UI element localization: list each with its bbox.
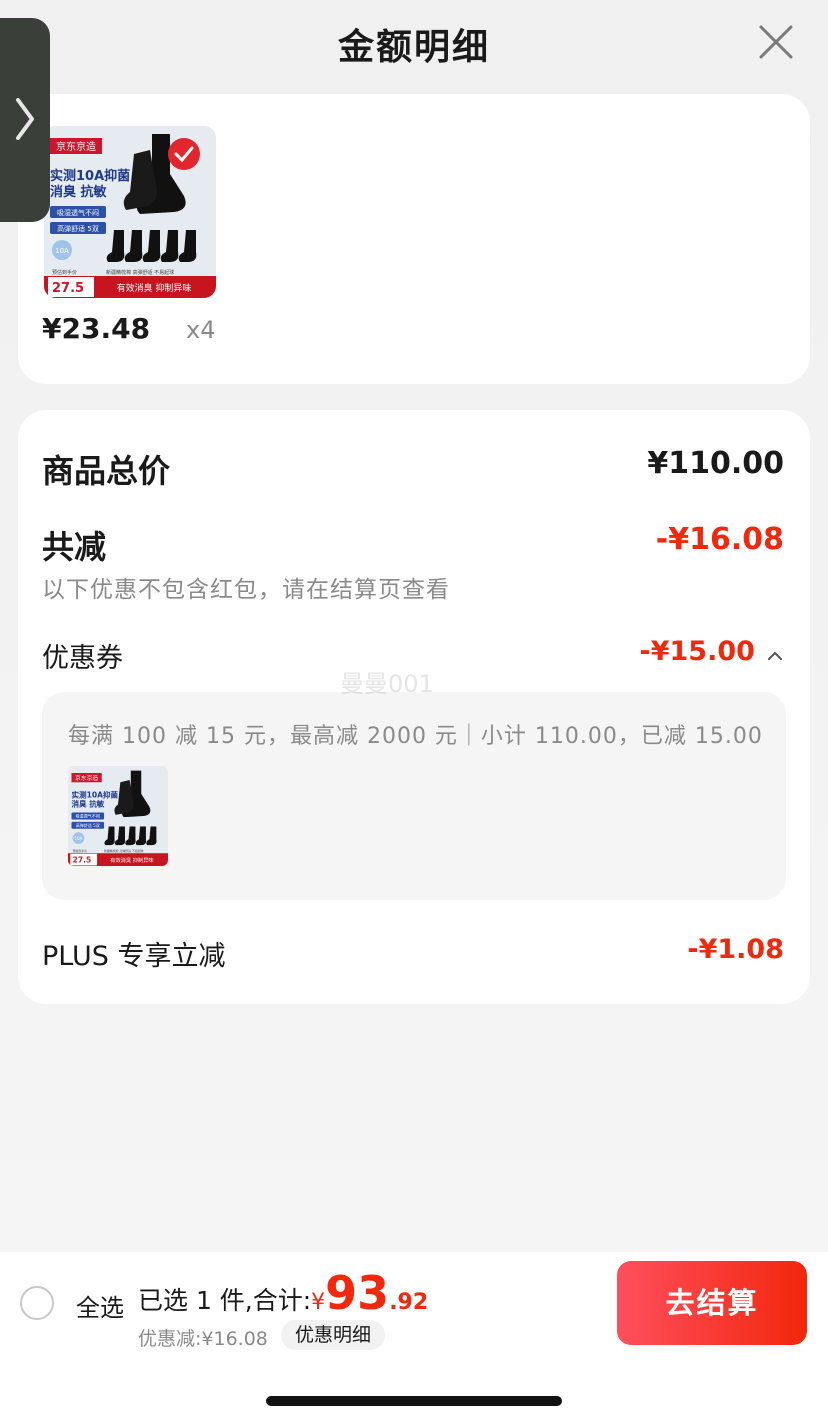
coupon-product-image[interactable]: 京东京造 实测10A抑菌 消臭 抗敏 吸湿透气不闷 高弹舒适 5双 10A 预估… — [68, 766, 168, 866]
svg-text:10A: 10A — [75, 836, 83, 841]
close-icon — [759, 25, 793, 59]
svg-text:吸湿透气不闷: 吸湿透气不闷 — [57, 208, 99, 217]
coupon-product-thumbnail-art: 京东京造 实测10A抑菌 消臭 抗敏 吸湿透气不闷 高弹舒适 5双 10A 预估… — [68, 766, 168, 866]
svg-text:高弹舒适 5双: 高弹舒适 5双 — [76, 822, 100, 828]
svg-text:消臭 抗敏: 消臭 抗敏 — [50, 184, 108, 200]
total-price-value: ¥110.00 — [647, 446, 784, 481]
total-amount-dec: .92 — [389, 1290, 429, 1315]
selected-count-label: 已选 1 件,合计: — [138, 1286, 312, 1315]
svg-text:消臭 抗敏: 消臭 抗敏 — [71, 799, 104, 809]
product-image[interactable]: 京东京造 实测10A抑菌 消臭 抗敏 吸湿透气不闷 高弹舒适 5双 10A 预估… — [44, 126, 216, 298]
reduce-note-row: 以下优惠不包含红包，请在结算页查看 — [42, 570, 784, 603]
svg-text:实测10A抑菌: 实测10A抑菌 — [50, 168, 130, 184]
total-currency: ¥ — [311, 1290, 326, 1315]
svg-text:27.5: 27.5 — [52, 281, 84, 296]
discount-amount: 优惠减:¥16.08 — [138, 1328, 268, 1350]
svg-text:实测10A抑菌: 实测10A抑菌 — [71, 789, 118, 799]
home-indicator[interactable] — [266, 1396, 562, 1406]
svg-text:高弹舒适 5双: 高弹舒适 5双 — [57, 224, 99, 233]
select-all-label[interactable]: 全选 — [76, 1288, 124, 1323]
header: 金额明细 — [0, 0, 828, 86]
plus-discount-row: PLUS 专享立减 -¥1.08 — [42, 934, 784, 974]
total-price-row: 商品总价 ¥110.00 — [42, 446, 784, 490]
product-card: 京东京造 实测10A抑菌 消臭 抗敏 吸湿透气不闷 高弹舒适 5双 10A 预估… — [18, 94, 810, 384]
svg-text:预估到手价: 预估到手价 — [52, 269, 77, 276]
total-reduce-label: 共减 — [42, 528, 107, 566]
svg-text:吸湿透气不闷: 吸湿透气不闷 — [76, 813, 100, 819]
side-drawer-handle[interactable] — [0, 18, 50, 222]
page-title: 金额明细 — [337, 27, 490, 68]
total-price-label: 商品总价 — [42, 452, 171, 490]
product-price-dec: .48 — [100, 312, 151, 345]
checkout-button[interactable]: 去结算 — [617, 1261, 807, 1345]
svg-text:10A: 10A — [55, 247, 69, 255]
amount-detail-card: 商品总价 ¥110.00 共减 -¥16.08 以下优惠不包含红包，请在结算页查… — [18, 410, 810, 1004]
product-quantity: x4 — [186, 316, 216, 344]
plus-discount-label: PLUS 专享立减 — [42, 941, 226, 972]
svg-text:预估到手价: 预估到手价 — [73, 848, 88, 853]
chevron-right-icon — [16, 98, 34, 140]
plus-discount-value: -¥1.08 — [687, 934, 784, 965]
svg-text:新疆精梳棉 高弹舒适 不易起球: 新疆精梳棉 高弹舒适 不易起球 — [106, 269, 174, 276]
coupon-value-group[interactable]: -¥15.00 — [640, 636, 785, 667]
home-indicator-area — [0, 1352, 828, 1425]
select-all-radio[interactable] — [20, 1286, 54, 1320]
total-amount-int: 93 — [325, 1266, 390, 1320]
chevron-up-icon — [768, 651, 782, 660]
coupon-detail-box: 每满 100 减 15 元，最高减 2000 元｜小计 110.00，已减 15… — [42, 692, 786, 900]
total-reduce-value: -¥16.08 — [655, 522, 784, 557]
product-price-int: ¥23 — [42, 312, 101, 345]
product-price: ¥23.48 — [42, 312, 150, 345]
svg-text:有效消臭 抑制异味: 有效消臭 抑制异味 — [117, 282, 192, 294]
discount-detail-button[interactable]: 优惠明细 — [281, 1320, 386, 1350]
product-thumbnail-art: 京东京造 实测10A抑菌 消臭 抗敏 吸湿透气不闷 高弹舒适 5双 10A 预估… — [44, 126, 216, 298]
selected-total: 已选 1 件,合计:¥93.92 — [138, 1266, 428, 1320]
coupon-rule: 每满 100 减 15 元，最高减 2000 元｜小计 110.00，已减 15… — [68, 724, 763, 749]
total-reduce-row: 共减 -¥16.08 — [42, 522, 784, 566]
coupon-label: 优惠券 — [42, 643, 123, 674]
checkout-bar: 全选 已选 1 件,合计:¥93.92 优惠减:¥16.08 优惠明细 去结算 — [0, 1252, 828, 1352]
reduce-note: 以下优惠不包含红包，请在结算页查看 — [42, 577, 450, 603]
svg-text:京东京造: 京东京造 — [56, 140, 96, 153]
coupon-value: -¥15.00 — [639, 636, 755, 667]
svg-text:新疆精梳棉 高弹舒适 不易起球: 新疆精梳棉 高弹舒适 不易起球 — [104, 848, 144, 853]
close-button[interactable] — [758, 24, 794, 60]
svg-text:27.5: 27.5 — [73, 856, 92, 865]
watermark: 曼曼001 — [340, 670, 434, 698]
